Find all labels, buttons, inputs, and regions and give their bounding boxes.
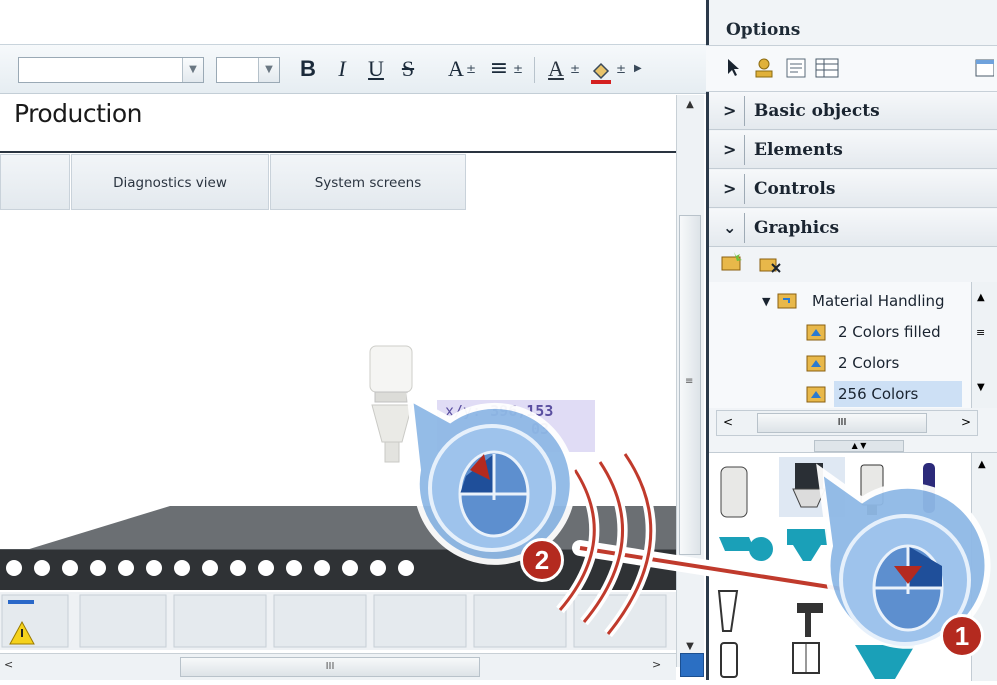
- step-2-badge: 2: [520, 538, 564, 582]
- instruction-overlay: [406, 392, 991, 649]
- step-1-badge: 1: [940, 614, 984, 658]
- mouse-callout-drop: [406, 392, 576, 565]
